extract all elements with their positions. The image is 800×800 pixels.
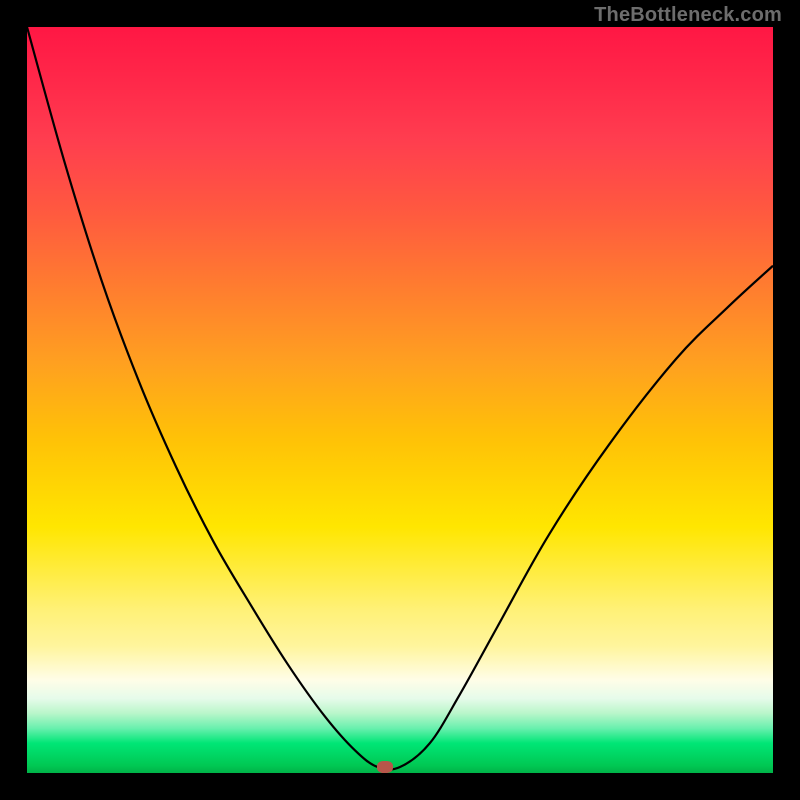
optimal-point-marker [377,761,393,773]
bottleneck-curve [27,27,773,773]
curve-path [27,27,773,770]
chart-frame: TheBottleneck.com [0,0,800,800]
watermark-text: TheBottleneck.com [594,4,782,27]
